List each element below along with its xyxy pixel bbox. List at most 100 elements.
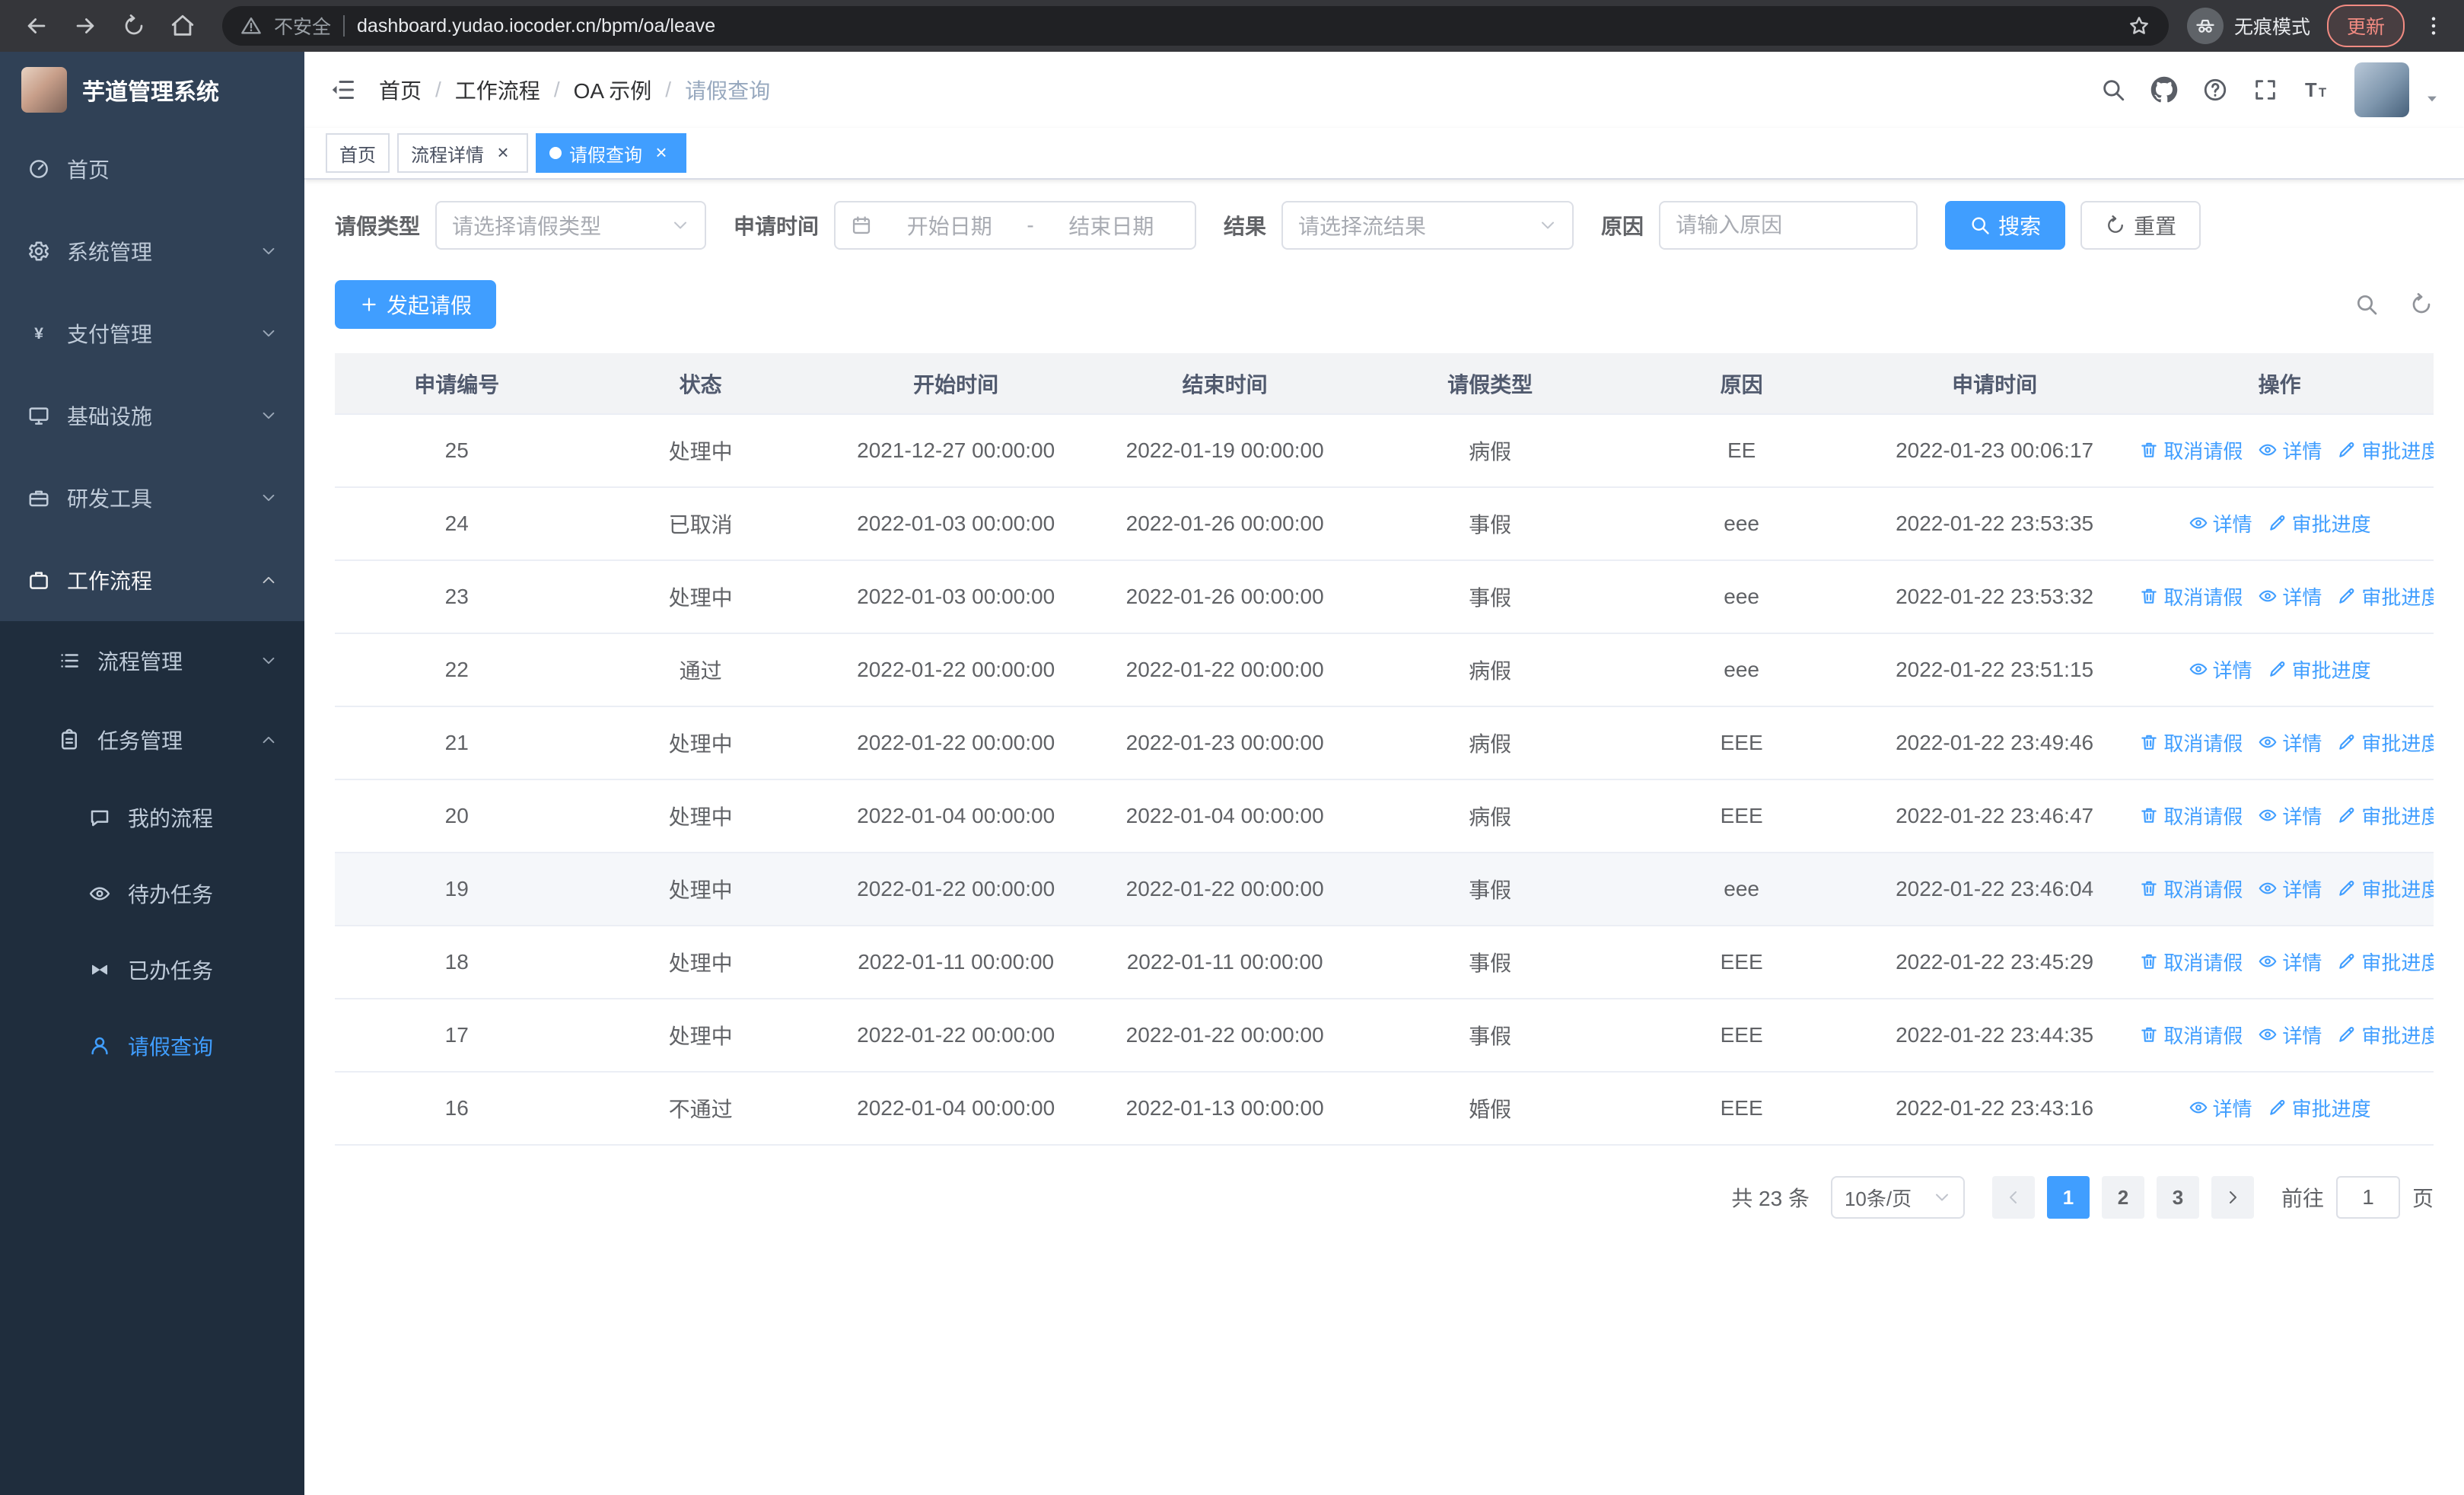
next-page-button[interactable]: [2211, 1176, 2254, 1219]
svg-text:T: T: [2305, 80, 2317, 101]
action-detail[interactable]: 详情: [2258, 728, 2322, 757]
action-cancel[interactable]: 取消请假: [2139, 728, 2243, 757]
avatar-caret-icon[interactable]: [2424, 91, 2440, 107]
goto-page-input[interactable]: [2335, 1176, 2400, 1219]
sidebar-item-payment[interactable]: ¥ 支付管理: [0, 292, 304, 375]
browser-reload-button[interactable]: [113, 5, 155, 47]
fullscreen-icon[interactable]: [2252, 77, 2278, 103]
apply-time-range-picker[interactable]: 开始日期 - 结束日期: [834, 201, 1197, 250]
sidebar-item-devtools[interactable]: 研发工具: [0, 457, 304, 539]
action-progress[interactable]: 审批进度: [2337, 728, 2434, 757]
cell-status: 不通过: [578, 1072, 823, 1146]
action-detail[interactable]: 详情: [2258, 1021, 2322, 1049]
action-cancel[interactable]: 取消请假: [2139, 875, 2243, 903]
action-label: 审批进度: [2361, 1024, 2434, 1047]
action-detail[interactable]: 详情: [2258, 436, 2322, 464]
help-icon[interactable]: [2202, 77, 2228, 103]
sidebar-item-todo-task[interactable]: 待办任务: [0, 856, 304, 932]
tab-home[interactable]: 首页: [326, 133, 390, 173]
action-progress[interactable]: 审批进度: [2337, 1021, 2434, 1049]
action-detail[interactable]: 详情: [2258, 802, 2322, 830]
browser-menu-icon[interactable]: [2421, 14, 2446, 38]
action-cancel[interactable]: 取消请假: [2139, 582, 2243, 610]
action-detail[interactable]: 详情: [2258, 875, 2322, 903]
page-button-1[interactable]: 1: [2046, 1176, 2090, 1219]
user-avatar[interactable]: [2354, 62, 2409, 117]
action-progress[interactable]: 审批进度: [2337, 875, 2434, 903]
github-icon[interactable]: [2150, 76, 2178, 104]
action-progress[interactable]: 审批进度: [2337, 582, 2434, 610]
sidebar-collapse-button[interactable]: [329, 76, 356, 104]
reset-button[interactable]: 重置: [2080, 201, 2201, 250]
page-size-select[interactable]: 10条/页: [1830, 1176, 1965, 1219]
sidebar-item-workflow[interactable]: 工作流程: [0, 539, 304, 621]
action-progress[interactable]: 审批进度: [2268, 655, 2371, 684]
browser-back-button[interactable]: [15, 5, 58, 47]
breadcrumb-item[interactable]: 工作流程: [455, 75, 540, 105]
app-header: 首页 / 工作流程 / OA 示例 / 请假查询 TT: [304, 52, 2464, 128]
pagination-total: 共 23 条: [1731, 1187, 1810, 1210]
action-label: 详情: [2282, 951, 2322, 974]
search-button[interactable]: 搜索: [1945, 201, 2066, 250]
action-detail[interactable]: 详情: [2189, 509, 2252, 537]
tab-close-icon[interactable]: ×: [650, 142, 673, 164]
browser-home-button[interactable]: [161, 5, 204, 47]
sidebar-item-leave-query[interactable]: 请假查询: [0, 1008, 304, 1084]
action-progress[interactable]: 审批进度: [2337, 948, 2434, 976]
breadcrumb-item[interactable]: 首页: [379, 75, 422, 105]
cell-end-time: 2022-01-22 00:00:00: [1089, 853, 1361, 926]
create-leave-label: 发起请假: [387, 294, 473, 317]
tab-process-detail[interactable]: 流程详情 ×: [397, 133, 528, 173]
cell-apply-time: 2022-01-22 23:44:35: [1863, 999, 2126, 1073]
sidebar-item-process-mgmt[interactable]: 流程管理: [0, 621, 304, 700]
page-button-2[interactable]: 2: [2101, 1176, 2144, 1219]
sidebar-item-system[interactable]: 系统管理: [0, 210, 304, 292]
browser-update-button[interactable]: 更新: [2326, 5, 2405, 47]
refresh-table-icon[interactable]: [2409, 292, 2434, 317]
header-search-icon[interactable]: [2100, 77, 2126, 103]
toggle-search-icon[interactable]: [2354, 292, 2379, 317]
bowtie-icon: [88, 958, 111, 981]
bookmark-star-icon[interactable]: [2128, 14, 2150, 37]
action-detail[interactable]: 详情: [2189, 655, 2252, 684]
reason-input[interactable]: [1676, 213, 1902, 237]
tab-leave-query[interactable]: 请假查询 ×: [536, 133, 686, 173]
sidebar-item-done-task[interactable]: 已办任务: [0, 932, 304, 1008]
action-cancel[interactable]: 取消请假: [2139, 436, 2243, 464]
view-icon: [2258, 1025, 2278, 1044]
chevron-down-icon: [260, 652, 277, 669]
breadcrumb-item[interactable]: OA 示例: [574, 75, 652, 105]
browser-address-bar[interactable]: 不安全 dashboard.yudao.iocoder.cn/bpm/oa/le…: [222, 6, 2169, 46]
cell-end-time: 2022-01-26 00:00:00: [1089, 560, 1361, 634]
action-progress[interactable]: 审批进度: [2337, 802, 2434, 830]
sidebar-item-home[interactable]: 首页: [0, 128, 304, 210]
action-cancel[interactable]: 取消请假: [2139, 1021, 2243, 1049]
cell-apply-id: 16: [335, 1072, 579, 1146]
page-button-3[interactable]: 3: [2156, 1176, 2199, 1219]
cell-actions: 取消请假 详情 审批进度: [2125, 706, 2434, 780]
action-progress[interactable]: 审批进度: [2268, 1094, 2371, 1122]
sidebar-item-label: 首页: [67, 158, 110, 182]
table-header-row: 申请编号 状态 开始时间 结束时间 请假类型 原因 申请时间 操作: [335, 353, 2434, 415]
sidebar-item-task-mgmt[interactable]: 任务管理: [0, 700, 304, 779]
column-header: 结束时间: [1089, 353, 1361, 415]
action-cancel[interactable]: 取消请假: [2139, 802, 2243, 830]
browser-forward-button[interactable]: [64, 5, 107, 47]
action-detail[interactable]: 详情: [2258, 948, 2322, 976]
action-progress[interactable]: 审批进度: [2268, 509, 2371, 537]
action-cancel[interactable]: 取消请假: [2139, 948, 2243, 976]
cell-reason: eee: [1619, 853, 1864, 926]
font-size-icon[interactable]: TT: [2303, 76, 2330, 104]
app-logo-row[interactable]: 芋道管理系统: [0, 52, 304, 128]
create-leave-button[interactable]: 发起请假: [335, 280, 497, 329]
sidebar-item-infra[interactable]: 基础设施: [0, 375, 304, 457]
cell-leave-type: 事假: [1360, 560, 1620, 634]
action-progress[interactable]: 审批进度: [2337, 436, 2434, 464]
prev-page-button[interactable]: [1991, 1176, 2035, 1219]
action-detail[interactable]: 详情: [2258, 582, 2322, 610]
leave-type-select[interactable]: 请选择请假类型: [435, 201, 707, 250]
action-detail[interactable]: 详情: [2189, 1094, 2252, 1122]
result-select[interactable]: 请选择流结果: [1281, 201, 1574, 250]
tab-close-icon[interactable]: ×: [492, 142, 514, 164]
sidebar-item-my-process[interactable]: 我的流程: [0, 779, 304, 856]
